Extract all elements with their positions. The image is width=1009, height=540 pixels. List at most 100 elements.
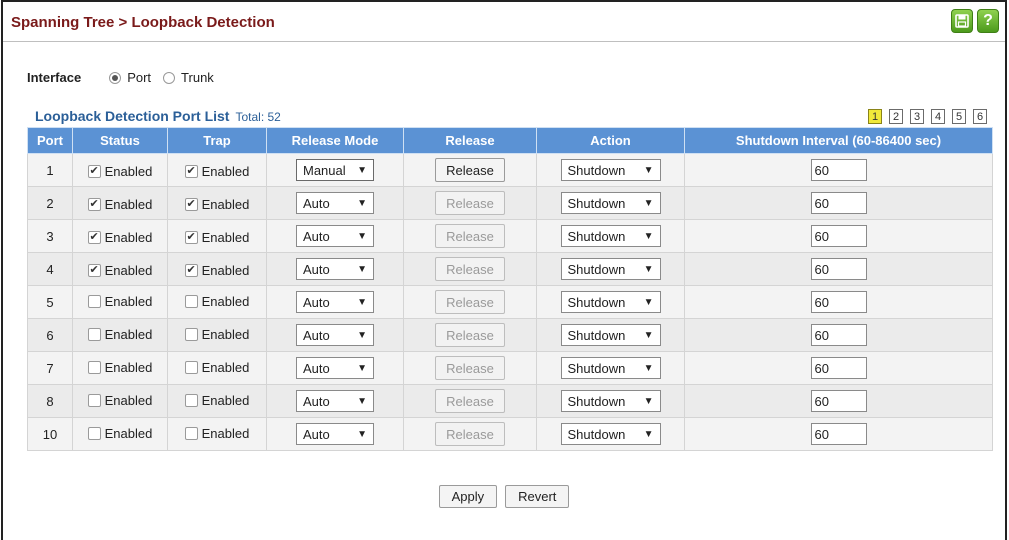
release-button[interactable]: Release bbox=[435, 224, 505, 248]
interface-option-port[interactable]: Port bbox=[109, 70, 151, 85]
pagination: 123456 bbox=[868, 109, 987, 124]
release-cell: Release bbox=[403, 219, 537, 253]
release-mode-select[interactable]: Auto ▼ bbox=[296, 192, 374, 214]
action-select[interactable]: Shutdown ▼ bbox=[560, 225, 661, 247]
trap-checkbox[interactable] bbox=[184, 327, 198, 341]
shutdown-interval-input[interactable]: 60 bbox=[810, 291, 867, 313]
release-mode-select[interactable]: Manual ▼ bbox=[296, 159, 374, 181]
trap-checkbox[interactable] bbox=[184, 393, 198, 407]
shutdown-interval-input[interactable]: 60 bbox=[810, 324, 867, 346]
dropdown-arrow-icon: ▼ bbox=[357, 197, 367, 209]
trap-checkbox[interactable] bbox=[184, 426, 198, 440]
action-value: Shutdown bbox=[567, 162, 626, 178]
port-radio[interactable] bbox=[109, 71, 122, 84]
trap-checkbox[interactable] bbox=[184, 230, 198, 244]
shutdown-interval-input[interactable]: 60 bbox=[810, 159, 867, 181]
release-button[interactable]: Release bbox=[435, 389, 505, 413]
apply-button[interactable]: Apply bbox=[438, 485, 498, 508]
trap-checkbox[interactable] bbox=[184, 294, 198, 308]
action-select[interactable]: Shutdown ▼ bbox=[560, 324, 661, 346]
trap-checkbox[interactable] bbox=[184, 360, 198, 374]
release-mode-select[interactable]: Auto ▼ bbox=[296, 324, 374, 346]
release-mode-cell: Manual ▼ bbox=[266, 153, 404, 187]
shutdown-interval-cell: 60 bbox=[684, 252, 993, 286]
release-mode-select[interactable]: Auto ▼ bbox=[296, 423, 374, 445]
release-mode-select[interactable]: Auto ▼ bbox=[296, 291, 374, 313]
action-value: Shutdown bbox=[567, 261, 626, 277]
action-select[interactable]: Shutdown ▼ bbox=[560, 258, 661, 280]
action-value: Shutdown bbox=[567, 294, 626, 310]
action-select[interactable]: Shutdown ▼ bbox=[560, 192, 661, 214]
status-checkbox[interactable] bbox=[87, 360, 101, 374]
table-header-row: Port Status Trap Release Mode Release Ac… bbox=[27, 127, 993, 154]
release-button[interactable]: Release bbox=[435, 356, 505, 380]
port-radio-label: Port bbox=[127, 70, 152, 85]
action-cell: Shutdown ▼ bbox=[536, 285, 685, 319]
dropdown-arrow-icon: ▼ bbox=[643, 428, 654, 440]
dropdown-arrow-icon: ▼ bbox=[643, 164, 654, 176]
release-mode-value: Auto bbox=[303, 360, 330, 376]
page-title: Spanning Tree > Loopback Detection bbox=[11, 14, 275, 31]
col-shutdown-interval: Shutdown Interval (60-86400 sec) bbox=[684, 127, 993, 154]
interface-option-trunk[interactable]: Trunk bbox=[163, 70, 214, 85]
action-select[interactable]: Shutdown ▼ bbox=[560, 291, 661, 313]
page-link-3[interactable]: 3 bbox=[910, 109, 924, 124]
status-checkbox[interactable] bbox=[87, 294, 101, 308]
release-button[interactable]: Release bbox=[435, 158, 505, 182]
shutdown-interval-input[interactable]: 60 bbox=[810, 225, 867, 247]
action-select[interactable]: Shutdown ▼ bbox=[560, 159, 661, 181]
status-checkbox[interactable] bbox=[87, 164, 101, 178]
dropdown-arrow-icon: ▼ bbox=[643, 263, 654, 275]
shutdown-interval-input[interactable]: 60 bbox=[810, 258, 867, 280]
page-link-1[interactable]: 1 bbox=[868, 109, 882, 124]
status-checkbox[interactable] bbox=[87, 393, 101, 407]
shutdown-interval-input[interactable]: 60 bbox=[810, 192, 867, 214]
release-mode-select[interactable]: Auto ▼ bbox=[296, 225, 374, 247]
release-mode-cell: Auto ▼ bbox=[266, 285, 404, 319]
page-link-2[interactable]: 2 bbox=[889, 109, 903, 124]
release-button[interactable]: Release bbox=[435, 290, 505, 314]
release-button[interactable]: Release bbox=[435, 323, 505, 347]
shutdown-interval-input[interactable]: 60 bbox=[810, 390, 867, 412]
trap-label: Enabled bbox=[201, 425, 250, 441]
release-button[interactable]: Release bbox=[435, 191, 505, 215]
trap-checkbox[interactable] bbox=[184, 197, 198, 211]
status-cell: Enabled bbox=[72, 318, 168, 352]
status-checkbox[interactable] bbox=[87, 426, 101, 440]
trap-checkbox[interactable] bbox=[184, 164, 198, 178]
dropdown-arrow-icon: ▼ bbox=[357, 296, 367, 308]
release-cell: Release bbox=[403, 153, 537, 187]
trap-label: Enabled bbox=[201, 359, 250, 375]
action-value: Shutdown bbox=[567, 426, 626, 442]
dropdown-arrow-icon: ▼ bbox=[643, 395, 654, 407]
dropdown-arrow-icon: ▼ bbox=[357, 164, 367, 176]
release-mode-select[interactable]: Auto ▼ bbox=[296, 258, 374, 280]
status-checkbox[interactable] bbox=[87, 230, 101, 244]
status-checkbox[interactable] bbox=[87, 263, 101, 277]
page-link-4[interactable]: 4 bbox=[931, 109, 945, 124]
status-checkbox[interactable] bbox=[87, 327, 101, 341]
release-mode-value: Auto bbox=[303, 195, 330, 211]
revert-button[interactable]: Revert bbox=[505, 485, 570, 508]
trunk-radio[interactable] bbox=[163, 71, 176, 84]
help-icon[interactable]: ? bbox=[977, 9, 999, 33]
shutdown-interval-input[interactable]: 60 bbox=[810, 423, 867, 445]
release-button[interactable]: Release bbox=[435, 422, 505, 446]
page-link-5[interactable]: 5 bbox=[952, 109, 966, 124]
action-select[interactable]: Shutdown ▼ bbox=[560, 390, 661, 412]
release-mode-select[interactable]: Auto ▼ bbox=[296, 390, 374, 412]
page-link-6[interactable]: 6 bbox=[973, 109, 987, 124]
status-checkbox[interactable] bbox=[87, 197, 101, 211]
col-status: Status bbox=[72, 127, 168, 154]
status-cell: Enabled bbox=[72, 252, 168, 286]
save-icon[interactable] bbox=[951, 9, 973, 33]
action-select[interactable]: Shutdown ▼ bbox=[560, 357, 661, 379]
trap-checkbox[interactable] bbox=[184, 263, 198, 277]
release-mode-value: Auto bbox=[303, 393, 330, 409]
release-cell: Release bbox=[403, 285, 537, 319]
shutdown-interval-input[interactable]: 60 bbox=[810, 357, 867, 379]
action-select[interactable]: Shutdown ▼ bbox=[560, 423, 661, 445]
release-mode-select[interactable]: Auto ▼ bbox=[296, 357, 374, 379]
release-button[interactable]: Release bbox=[435, 257, 505, 281]
release-cell: Release bbox=[403, 252, 537, 286]
